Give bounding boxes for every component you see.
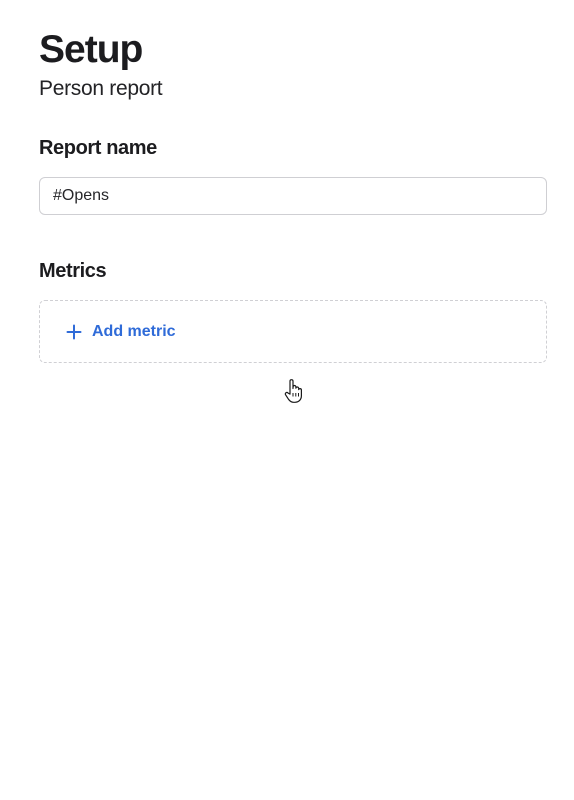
page-title: Setup bbox=[39, 28, 143, 71]
report-name-input[interactable] bbox=[39, 177, 547, 215]
add-metric-label: Add metric bbox=[92, 322, 176, 340]
metrics-label: Metrics bbox=[39, 260, 107, 282]
pointer-hand-icon bbox=[284, 379, 302, 403]
page-subtitle: Person report bbox=[39, 77, 163, 100]
metrics-dropzone: Add metric bbox=[39, 300, 547, 363]
add-metric-button[interactable]: Add metric bbox=[66, 323, 176, 341]
report-name-label: Report name bbox=[39, 137, 157, 159]
plus-icon bbox=[66, 324, 82, 339]
setup-page: Setup Person report Report name Metrics … bbox=[0, 0, 574, 800]
